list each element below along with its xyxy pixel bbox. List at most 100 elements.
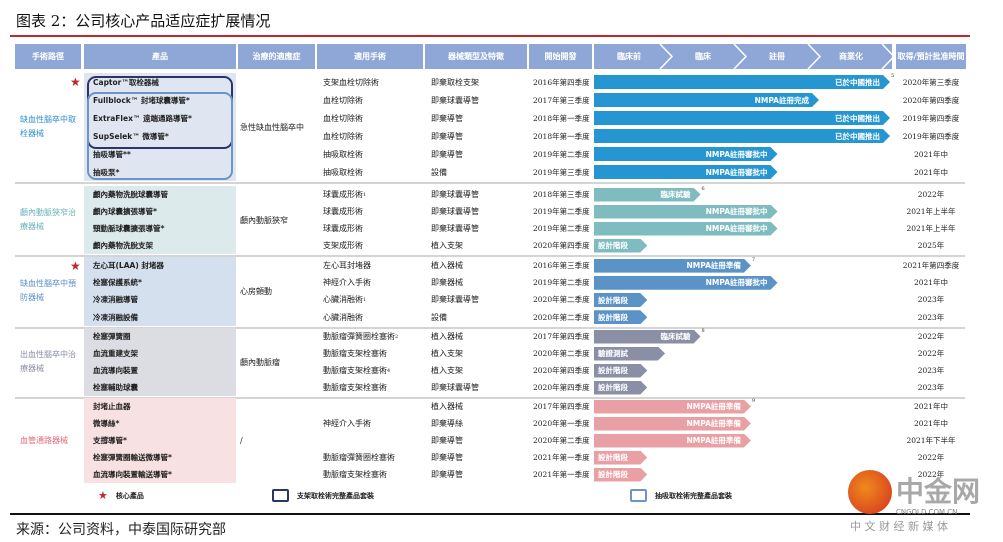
stage-progress-bar: 驗證測試: [594, 347, 665, 361]
surgery-name: 球囊成形術: [323, 207, 363, 216]
surgery-name: 動脈瘤彈簧圈栓塞術: [323, 453, 395, 462]
legend-stent-label: 支架取栓術完整產品套裝: [297, 491, 374, 500]
watermark-logo-icon: [848, 470, 892, 514]
surgery-name: 動脈瘤支架栓塞術: [323, 470, 387, 479]
blue-box-icon: [630, 489, 647, 502]
product-name: 微導絲*: [93, 419, 120, 428]
device-type: 植入支架: [431, 241, 463, 250]
indication-label: 顱內動脈瘤: [240, 357, 280, 367]
bar-footnote: 8: [701, 328, 705, 334]
approval-time: 2021年中: [913, 278, 949, 288]
surgery-cell: 抽吸取栓術: [323, 163, 363, 181]
surgery-name: 球囊成形術: [323, 190, 363, 199]
surgery-name: 血栓切除術: [323, 113, 363, 123]
start-date: 2020年第一季度: [533, 419, 590, 428]
product-name: 血流導向裝置: [93, 366, 138, 375]
surgery-cell: 血栓切除術: [323, 109, 363, 127]
start-date: 2020年第四季度: [533, 241, 590, 250]
device-type: 即棄球囊導管: [431, 383, 479, 392]
approval-time: 2021年上半年: [906, 207, 956, 216]
start-date: 2020年第四季度: [533, 383, 590, 392]
surgery-name: 球囊成形術: [323, 224, 363, 233]
surgery-name: 動脈瘤支架栓塞術: [323, 349, 387, 358]
stage-progress-bar: NMPA註冊準備: [594, 417, 751, 431]
header-surgery: 適用手術: [317, 44, 423, 69]
approval-time: 2022年: [917, 453, 945, 462]
stage-registration: 註冊: [769, 52, 785, 61]
device-type: 即棄器械: [431, 278, 463, 288]
start-date: 2020年第二季度: [533, 436, 590, 445]
pathway-label: 血管通路器械: [20, 435, 68, 445]
product-name: 封堵止血器: [93, 402, 131, 411]
product-name: 栓塞彈簧圈: [93, 332, 131, 341]
stage-progress-bar: 設計階段: [594, 310, 647, 324]
surgery-cell: 動脈瘤支架栓塞術: [323, 379, 387, 396]
surgery-cell: 抽吸取栓術: [323, 145, 363, 163]
surgery-cell: 血栓切除術: [323, 127, 363, 145]
footnote-marker: 1: [363, 191, 367, 198]
surgery-cell: 血栓切除術: [323, 91, 363, 109]
pathway-label: 顱內動脈狹窄治療器械: [20, 208, 76, 231]
footnote-marker: 1: [363, 296, 367, 303]
indication-label: /: [240, 436, 243, 445]
surgery-name: 神經介入手術: [323, 419, 371, 428]
approval-time: 2023年: [917, 312, 945, 322]
device-type: 植入器械: [431, 261, 463, 271]
navy-box-icon: [272, 489, 289, 502]
stage-progress-bar: 臨床試驗: [594, 188, 701, 202]
surgery-cell: 動脈瘤支架栓塞術: [323, 466, 387, 483]
surgery-cell: 神經介入手術: [323, 415, 371, 432]
approval-time: 2020年第四季度: [902, 95, 960, 105]
approval-time: 2021年中: [913, 149, 949, 159]
start-date: 2019年第二季度: [533, 224, 590, 233]
bar-footnote: 7: [751, 257, 756, 263]
device-type: 植入支架: [431, 349, 463, 358]
start-date: 2019年第二季度: [533, 207, 590, 216]
watermark-name: 中金网: [896, 475, 981, 508]
surgery-name: 心臟消融術: [323, 295, 363, 305]
surgery-cell: 動脈瘤彈簧圈栓塞術 2: [323, 328, 398, 345]
product-name: 頸動脈球囊擴張導管*: [93, 224, 165, 233]
stage-progress-bar: NMPA註冊審批中: [594, 147, 778, 161]
surgery-name: 神經介入手術: [323, 278, 371, 288]
start-date: 2017年第四季度: [533, 402, 590, 411]
indication-label: 急性缺血性腦卒中: [240, 122, 304, 132]
product-name: 顱內藥物洗脫支架: [93, 241, 153, 250]
approval-time: 2021年第四季度: [902, 261, 960, 271]
product-name: 栓塞彈簧圈輸送微導管*: [93, 453, 172, 462]
stage-progress-bar: 已於中國推出: [594, 75, 890, 89]
watermark-domain: CNGOLD.COM.CN: [896, 508, 958, 516]
surgery-cell: 支架血栓切除術: [323, 73, 379, 91]
surgery-name: 心臟消融術: [323, 312, 363, 322]
surgery-name: 支架血栓切除術: [323, 77, 379, 87]
approval-time: 2023年: [917, 383, 945, 392]
approval-time: 2021年上半年: [906, 224, 956, 233]
stage-progress-bar: 設計階段: [594, 468, 647, 482]
product-name: 左心耳(LAA) 封堵器: [93, 261, 164, 271]
surgery-cell: 心臟消融術 1: [323, 291, 366, 308]
surgery-name: 血栓切除術: [323, 131, 363, 141]
aspiration-kit-outline: [87, 92, 233, 180]
surgery-name: 支架成形術: [323, 241, 363, 250]
header-approval: 取得/預計批准時間: [896, 44, 966, 69]
start-date: 2021年第一季度: [533, 470, 590, 479]
stage-progress-bar: 設計階段: [594, 451, 647, 465]
start-date: 2020年第二季度: [533, 349, 590, 358]
surgery-cell: 球囊成形術: [323, 220, 363, 237]
approval-time: 2019年第四季度: [902, 131, 960, 141]
device-type: 設備: [431, 167, 447, 177]
device-type: 即棄導管: [431, 436, 463, 445]
legend-core-label: 核心產品: [115, 491, 144, 500]
stage-progress-bar: NMPA註冊準備: [594, 259, 751, 273]
start-date: 2019年第三季度: [533, 167, 590, 177]
surgery-name: 動脈瘤彈簧圈栓塞術: [323, 332, 395, 341]
stage-progress-bar: NMPA註冊審批中: [594, 165, 778, 179]
approval-time: 2021年中: [913, 167, 949, 177]
header-indication: 治療的適應症: [238, 44, 315, 69]
device-type: 植入器械: [431, 332, 463, 341]
product-name: 栓塞保護系統*: [93, 278, 142, 288]
surgery-name: 抽吸取栓術: [323, 167, 363, 177]
surgery-cell: 神經介入手術: [323, 274, 371, 291]
approval-time: 2020年第三季度: [902, 77, 960, 87]
header-pathway: 手術路徑: [15, 44, 81, 69]
